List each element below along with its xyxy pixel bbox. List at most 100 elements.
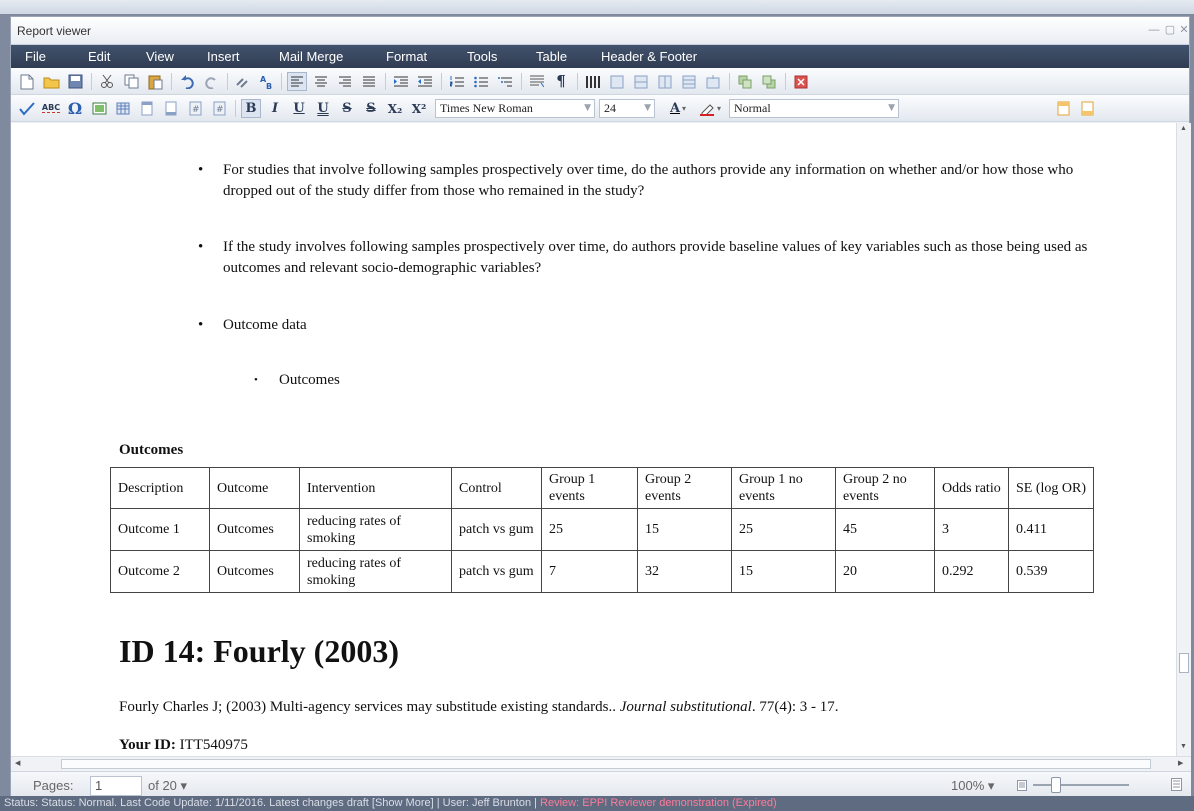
page-view-icon[interactable]: [1171, 778, 1182, 794]
paragraph-style-select[interactable]: Normal ▼: [729, 99, 899, 118]
spellcheck-icon[interactable]: [17, 99, 37, 118]
vertical-scroll-thumb[interactable]: [1179, 653, 1189, 673]
page-number-icon[interactable]: #: [185, 99, 205, 118]
menu-table[interactable]: Table: [536, 49, 567, 64]
paste-icon[interactable]: [145, 72, 165, 91]
your-id-value: ITT540975: [175, 737, 248, 753]
zoom-slider-track[interactable]: [1033, 784, 1129, 786]
font-size-select[interactable]: 24 ▼: [599, 99, 655, 118]
numbered-list-icon[interactable]: [447, 72, 467, 91]
hyperlink-icon[interactable]: [233, 72, 253, 91]
menu-format[interactable]: Format: [386, 49, 427, 64]
open-folder-icon[interactable]: [41, 72, 61, 91]
align-right-icon[interactable]: [335, 72, 355, 91]
page-number-input[interactable]: 1: [90, 776, 142, 796]
restore-button[interactable]: ▢: [1163, 23, 1177, 37]
delete-row-icon[interactable]: [679, 72, 699, 91]
table-cell: 0.292: [934, 550, 1009, 593]
page-count-icon[interactable]: #: [209, 99, 229, 118]
menu-edit[interactable]: Edit: [88, 49, 110, 64]
redo-icon[interactable]: [201, 72, 221, 91]
font-color-button[interactable]: A ▾: [663, 99, 693, 118]
report-viewer-window: Report viewer — ▢ ✕ File Edit View Inser…: [10, 16, 1191, 797]
justify-icon[interactable]: [359, 72, 379, 91]
underline-button[interactable]: U: [289, 99, 309, 118]
table-header-cell: SE (log OR): [1008, 467, 1094, 509]
pages-label: Pages:: [33, 778, 74, 793]
table-cell: 15: [637, 508, 732, 551]
highlight-color-icon[interactable]: ▾: [695, 99, 725, 118]
bullet-text: Outcome data: [223, 317, 307, 333]
show-formatting-marks-icon[interactable]: ¶: [551, 72, 571, 91]
insert-table-icon[interactable]: [607, 72, 627, 91]
new-document-icon[interactable]: [17, 72, 37, 91]
subscript-button[interactable]: X₂: [385, 99, 405, 118]
send-backward-icon[interactable]: [735, 72, 755, 91]
citation-journal: Journal substitutional: [619, 699, 752, 715]
header-view-icon[interactable]: [1053, 99, 1073, 118]
menu-insert[interactable]: Insert: [207, 49, 240, 64]
bring-forward-icon[interactable]: [759, 72, 779, 91]
bold-button[interactable]: B: [241, 99, 261, 118]
italic-button[interactable]: I: [265, 99, 285, 118]
page-count-dropdown[interactable]: of 20 ▾: [148, 778, 187, 794]
vertical-scrollbar[interactable]: ▲ ▼: [1176, 123, 1191, 756]
double-underline-button[interactable]: U: [313, 99, 333, 118]
menu-view[interactable]: View: [146, 49, 174, 64]
delete-table-icon[interactable]: [791, 72, 811, 91]
scroll-left-icon[interactable]: ◀: [15, 759, 20, 767]
scroll-right-icon[interactable]: ▶: [1178, 759, 1183, 767]
footer-icon[interactable]: [161, 99, 181, 118]
bullet-text: If the study involves following samples …: [223, 239, 1088, 276]
increase-indent-icon[interactable]: [391, 72, 411, 91]
merge-cells-icon[interactable]: [703, 72, 723, 91]
paragraph-format-icon[interactable]: [527, 72, 547, 91]
menu-mail-merge[interactable]: Mail Merge: [279, 49, 343, 64]
copy-icon[interactable]: [121, 72, 141, 91]
scroll-down-icon[interactable]: ▼: [1180, 743, 1187, 750]
window-title: Report viewer: [17, 24, 92, 38]
list-item: • For studies that involve following sam…: [198, 162, 1074, 199]
insert-grid-icon[interactable]: [113, 99, 133, 118]
zoom-slider-thumb[interactable]: [1051, 777, 1061, 793]
scroll-up-icon[interactable]: ▲: [1180, 125, 1187, 132]
align-left-icon[interactable]: [287, 72, 307, 91]
your-id: Your ID: ITT540975: [119, 737, 248, 754]
double-strikethrough-button[interactable]: S: [361, 99, 381, 118]
header-icon[interactable]: [137, 99, 157, 118]
close-button[interactable]: ✕: [1177, 23, 1191, 37]
find-replace-icon[interactable]: AB: [257, 72, 277, 91]
table-header-row: Description Outcome Intervention Control…: [110, 467, 1094, 509]
table-header-cell: Intervention: [299, 467, 452, 509]
insert-row-icon[interactable]: [631, 72, 651, 91]
outcomes-heading: Outcomes: [119, 442, 184, 458]
save-icon[interactable]: [65, 72, 85, 91]
superscript-button[interactable]: X²: [409, 99, 429, 118]
table-cell: 3: [934, 508, 1009, 551]
fit-page-icon[interactable]: [1017, 779, 1027, 794]
horizontal-scrollbar[interactable]: ◀ ▶: [11, 756, 1191, 771]
menu-tools[interactable]: Tools: [467, 49, 497, 64]
footer-view-icon[interactable]: [1077, 99, 1097, 118]
citation-rest: . 77(4): 3 - 17.: [751, 699, 839, 715]
minimize-button[interactable]: —: [1147, 23, 1161, 37]
table-cell: patch vs gum: [451, 508, 542, 551]
document-page[interactable]: • For studies that involve following sam…: [11, 123, 1176, 756]
menu-file[interactable]: File: [25, 49, 46, 64]
cut-icon[interactable]: [97, 72, 117, 91]
bullet-list-icon[interactable]: [471, 72, 491, 91]
horizontal-scroll-thumb[interactable]: [61, 759, 1151, 769]
columns-icon[interactable]: [583, 72, 603, 91]
spelling-options-icon[interactable]: ABC: [41, 99, 61, 118]
undo-icon[interactable]: [177, 72, 197, 91]
insert-symbol-icon[interactable]: Ω: [65, 99, 85, 118]
insert-image-icon[interactable]: [89, 99, 109, 118]
zoom-dropdown[interactable]: 100% ▾: [951, 778, 994, 794]
menu-header-footer[interactable]: Header & Footer: [601, 49, 697, 64]
decrease-indent-icon[interactable]: [415, 72, 435, 91]
font-name-select[interactable]: Times New Roman ▼: [435, 99, 595, 118]
align-center-icon[interactable]: [311, 72, 331, 91]
strikethrough-button[interactable]: S: [337, 99, 357, 118]
insert-column-icon[interactable]: [655, 72, 675, 91]
multilevel-list-icon[interactable]: [495, 72, 515, 91]
